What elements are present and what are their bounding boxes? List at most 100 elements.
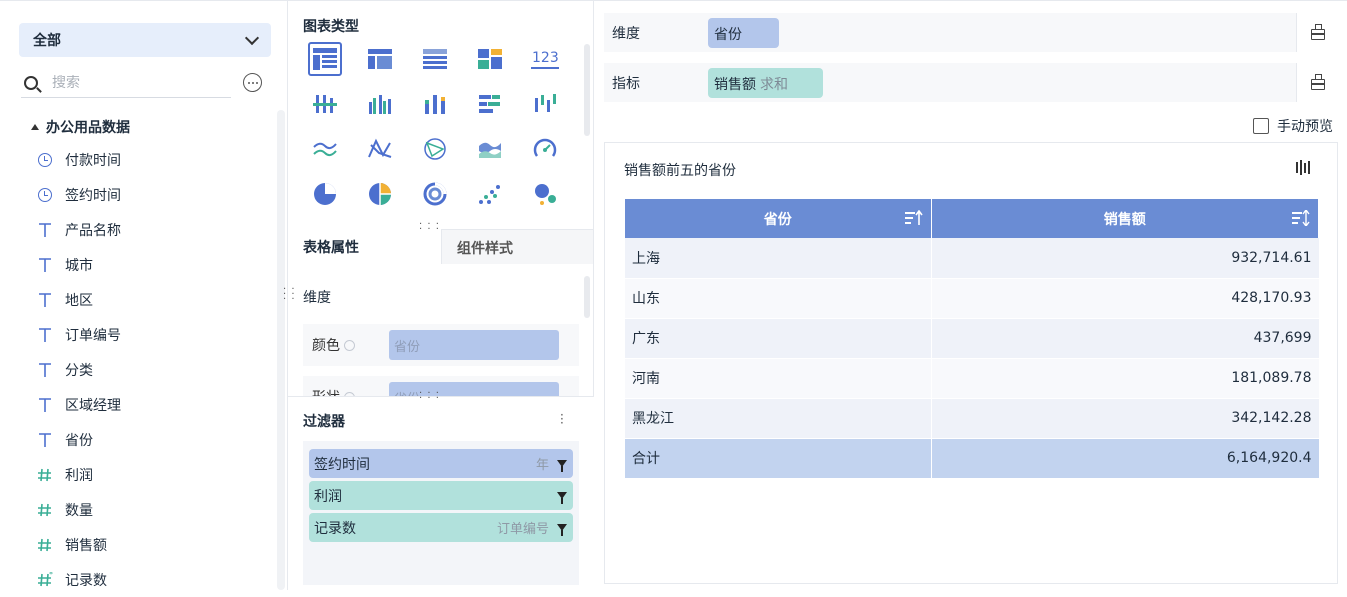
field-item[interactable]: 订单编号 [36,317,121,352]
gauge-icon [533,138,557,157]
tree-root[interactable]: 办公用品数据 [31,117,130,137]
scrollbar[interactable] [277,110,285,590]
gear-icon[interactable] [344,339,355,351]
color-label: 颜色 [312,338,340,354]
chart-type-gauge[interactable] [528,132,562,166]
lock-icon [1310,74,1325,90]
shape-field-chip[interactable]: 省份 [389,382,559,396]
field-item[interactable]: 地区 [36,282,121,317]
property-tabs: 表格属性 组件样式 [288,229,594,264]
kpi-block-icon [478,49,502,69]
multi-column-icon [369,95,391,114]
dataset-select[interactable]: 全部 [19,23,271,57]
chart-type-bar[interactable] [473,87,507,121]
tab-component-style[interactable]: 组件样式 [441,229,594,264]
dimension-shelf-button[interactable] [1296,13,1338,52]
measure-shelf-label: 指标 [612,75,640,92]
field-list: 付款时间签约时间产品名称城市地区订单编号 分类 区域经理 省份 利润 数量销售额 * 记录数 [36,142,121,597]
chart-type-radar-line[interactable] [363,132,397,166]
cell-province: 河南 [625,358,932,399]
text-type-icon [36,361,53,378]
field-item[interactable]: * 记录数 [36,562,121,597]
filter-funnel-icon[interactable] [557,524,567,536]
filter-funnel-icon[interactable] [557,460,567,472]
chart-type-ring[interactable] [418,177,452,211]
clock-icon [36,151,53,168]
cell-province: 黑龙江 [625,398,932,439]
field-item[interactable]: 利润 [36,457,121,492]
shape-property-row: 形状 省份 [303,376,579,396]
filter-chip[interactable]: 记录数 订单编号 [309,513,573,542]
field-label: 地区 [65,292,93,309]
chart-type-multi-column[interactable] [363,87,397,121]
cell-sales: 181,089.78 [931,358,1319,399]
measure-shelf-button[interactable] [1296,63,1338,102]
chart-type-number[interactable]: 123 [528,42,562,76]
resize-handle-icon[interactable]: · · · · · · [283,285,296,305]
field-item[interactable]: 数量 [36,492,121,527]
chart-type-detail-table[interactable] [418,42,452,76]
field-item[interactable]: 城市 [36,247,121,282]
chart-type-area[interactable] [473,132,507,166]
field-item[interactable]: 付款时间 [36,142,121,177]
number-123-icon: 123 [531,50,559,69]
ring-icon [423,182,447,206]
cell-province: 广东 [625,318,932,359]
filter-chip[interactable]: 签约时间 年 [309,449,573,478]
search-input[interactable] [52,74,222,91]
aggregation-label: 求和 [760,76,788,93]
tree-root-label: 办公用品数据 [46,120,130,136]
field-item[interactable]: 省份 [36,422,121,457]
column-header-sales[interactable]: 销售额 [931,199,1319,238]
field-item[interactable]: 签约时间 [36,177,121,212]
chart-type-table[interactable] [308,42,342,76]
field-label: 签约时间 [65,187,121,204]
preview-title: 销售额前五的省份 [624,163,736,179]
crosstab-icon [368,49,392,69]
measure-chip[interactable]: 销售额 求和 [708,67,823,98]
cell-sales: 428,170.93 [931,278,1319,319]
chart-type-scatter[interactable] [473,177,507,211]
column-header-province[interactable]: 省份 [625,199,932,238]
field-item[interactable]: 销售额 [36,527,121,562]
tab-table-properties[interactable]: 表格属性 [303,237,359,257]
chart-type-line[interactable] [308,132,342,166]
dimension-chip[interactable]: 省份 [708,17,779,48]
chart-type-pie[interactable] [308,177,342,211]
scrollbar[interactable] [584,276,590,318]
drag-handle-icon[interactable]: · · · · · · [419,389,440,404]
detail-table-icon [423,49,447,69]
chart-type-kpi-block[interactable] [473,42,507,76]
field-label: 城市 [65,257,93,274]
scrollbar[interactable] [584,44,590,136]
chart-type-range-column[interactable] [528,87,562,121]
field-item[interactable]: 区域经理 [36,387,121,422]
dataset-select-label: 全部 [33,33,61,49]
chart-type-grid: 123 [308,42,562,211]
search-box [21,68,231,98]
chart-type-stacked-column[interactable] [418,87,452,121]
chart-type-multi-pie[interactable] [363,177,397,211]
field-item[interactable]: 分类 [36,352,121,387]
sort-ascending-icon[interactable] [904,210,923,226]
manual-preview-checkbox[interactable] [1253,118,1269,134]
filter-chip[interactable]: 利润 [309,481,573,510]
chart-types-title: 图表类型 [303,19,359,35]
more-options-icon[interactable] [243,73,262,92]
collapse-triangle-icon[interactable] [31,124,39,130]
chart-type-bubble[interactable] [528,177,562,211]
bubble-icon [535,184,556,205]
color-field-chip[interactable]: 省份 [389,330,559,360]
sort-icon[interactable] [1292,210,1310,226]
more-vertical-icon[interactable]: · · · [560,409,564,429]
field-label: 销售额 [65,537,107,554]
chart-type-grouped-column[interactable] [308,87,342,121]
filter-funnel-icon[interactable] [557,492,567,504]
chart-type-crosstab[interactable] [363,42,397,76]
manual-preview-toggle[interactable]: 手动预览 [1253,116,1333,136]
chart-settings-icon[interactable] [1295,159,1311,179]
field-item[interactable]: 产品名称 [36,212,121,247]
filter-right: 年 [536,454,567,473]
chart-type-scatter-line[interactable] [418,132,452,166]
dimension-chip-label: 省份 [714,26,742,43]
